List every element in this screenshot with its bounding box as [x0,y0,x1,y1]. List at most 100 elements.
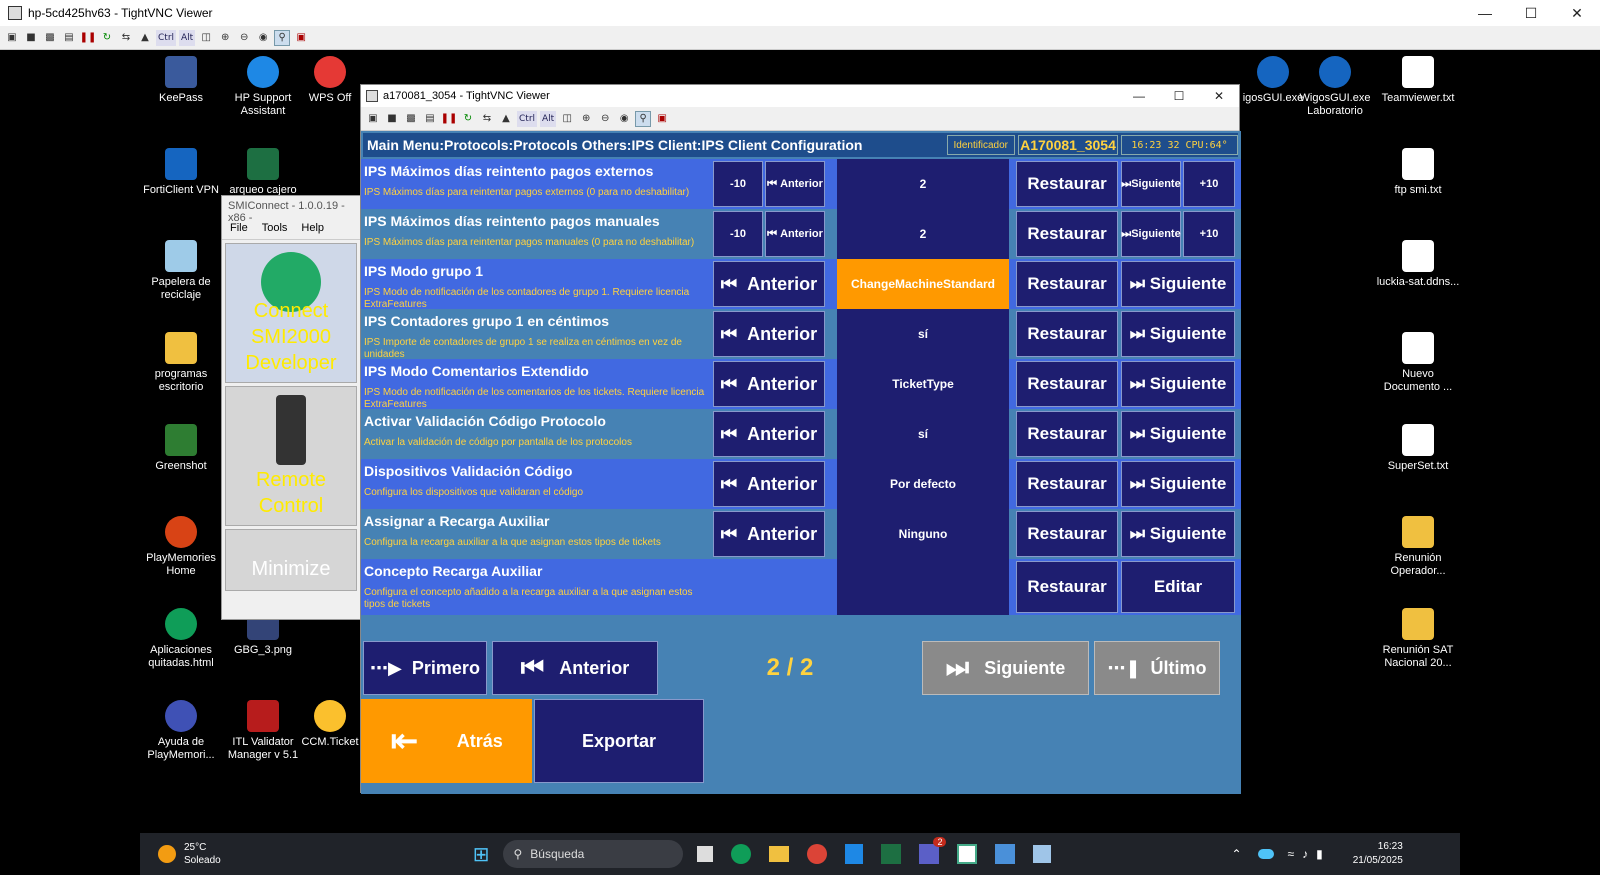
zoom-fit-icon[interactable]: ⚲ [274,29,291,46]
setting-value[interactable]: sí [837,409,1009,459]
next-button[interactable]: ⏭ Siguiente [1121,511,1235,557]
desktop-icon-ayuda[interactable]: Ayuda de PlayMemori... [138,700,224,762]
desktop-icon-greenshot[interactable]: Greenshot [138,424,224,473]
desktop-icon-reunion-sat[interactable]: Renunión SAT Nacional 20... [1375,608,1461,670]
restore-button[interactable]: Restaurar [1016,561,1118,613]
edit-button[interactable]: Editar [1121,561,1235,613]
setting-value[interactable] [837,559,1009,615]
new-connection-icon[interactable]: ▣ [365,111,381,127]
options-icon[interactable]: ▩ [403,111,419,127]
prev-button[interactable]: ⏮ Anterior [713,461,825,507]
prev-button[interactable]: ⏮ Anterior [713,511,825,557]
ctrl-alt-del-icon[interactable]: ▲ [137,30,153,46]
start-icon[interactable]: ⊞ [473,842,490,867]
desktop-icon-wigosgui-lab[interactable]: WigosGUI.exe Laboratorio [1292,56,1378,118]
refresh-icon[interactable]: ↻ [99,30,115,46]
inner-minimize-button[interactable]: — [1119,85,1159,107]
zoom-in-icon[interactable]: ⊕ [217,30,233,46]
setting-value[interactable]: ChangeMachineStandard [837,259,1009,309]
smi-icon[interactable] [995,844,1016,864]
restore-button[interactable]: Restaurar [1016,511,1118,557]
desktop-icon-aplicaciones[interactable]: Aplicaciones quitadas.html [138,608,224,670]
prev-button[interactable]: ⏮ Anterior [713,361,825,407]
next-button[interactable]: ⏭ Siguiente [1121,461,1235,507]
setting-value[interactable]: 2 [837,159,1009,209]
close-button[interactable]: ✕ [1554,0,1600,26]
setting-value[interactable]: Ninguno [837,509,1009,559]
restore-button[interactable]: Restaurar [1016,161,1118,207]
remote-control-tile[interactable]: Remote Control [225,386,357,526]
save-icon[interactable]: ■ [384,111,400,127]
next-button[interactable]: ⏭ Siguiente [1121,311,1235,357]
desktop-icon-teamviewer[interactable]: Teamviewer.txt [1375,56,1461,105]
alt-key-button[interactable]: Alt [179,29,196,46]
zoom-in-icon[interactable]: ⊕ [578,111,594,127]
minimize-tile[interactable]: Minimize [225,529,357,591]
desktop-icon-arqueo[interactable]: arqueo cajero [220,148,306,197]
first-page-button[interactable]: ⋯▶ Primero [363,641,487,695]
restore-button[interactable]: Restaurar [1016,261,1118,307]
next-button[interactable]: ⏭ Siguiente [1121,261,1235,307]
clipboard-icon[interactable]: ◫ [559,111,575,127]
minimize-button[interactable]: — [1462,0,1508,26]
chevron-up-icon[interactable]: ⌃ [1231,847,1241,861]
fullscreen-icon[interactable]: ▣ [293,30,309,46]
desktop-icon-recycle-bin[interactable]: Papelera de reciclaje [138,240,224,302]
setting-value[interactable]: TicketType [837,359,1009,409]
zoom-fit-icon[interactable]: ⚲ [635,110,652,127]
clipboard-icon[interactable]: ◫ [198,30,214,46]
search-box[interactable]: ⚲ Búsqueda [503,840,684,868]
chrome-icon[interactable] [807,844,828,864]
prev-button[interactable]: ⏮ Anterior [765,211,825,257]
weather-widget[interactable]: 25°C Soleado [158,841,221,867]
options-icon[interactable]: ▩ [42,30,58,46]
desktop-icon-itl[interactable]: ITL Validator Manager v 5.1 [220,700,306,762]
clock[interactable]: 16:23 21/05/2025 [1353,840,1403,868]
menu-help[interactable]: Help [301,222,324,235]
task-view-icon[interactable] [697,846,714,862]
tightvnc-taskbar-icon[interactable] [957,844,978,864]
setting-value[interactable]: sí [837,309,1009,359]
setting-value[interactable]: 2 [837,209,1009,259]
minus-10-button[interactable]: -10 [713,211,763,257]
prev-button[interactable]: ⏮ Anterior [713,261,825,307]
desktop-icon-reunion-operador[interactable]: Renunión Operador... [1375,516,1461,578]
ctrl-key-button[interactable]: Ctrl [156,29,177,46]
ctrl-key-button[interactable]: Ctrl [517,110,538,127]
desktop-icon-playmemories[interactable]: PlayMemories Home [138,516,224,578]
setting-value[interactable]: Por defecto [837,459,1009,509]
fullscreen-icon[interactable]: ▣ [654,111,670,127]
refresh-icon[interactable]: ↻ [460,111,476,127]
restore-button[interactable]: Restaurar [1016,411,1118,457]
back-button[interactable]: ⇤ Atrás [361,699,532,783]
restore-button[interactable]: Restaurar [1016,361,1118,407]
restore-button[interactable]: Restaurar [1016,461,1118,507]
onedrive-icon[interactable] [1257,849,1274,859]
teams-icon[interactable]: 2 [919,837,947,864]
export-button[interactable]: Exportar [534,699,704,783]
inner-maximize-button[interactable]: ☐ [1159,85,1199,107]
transfer-icon[interactable]: ⇆ [118,30,134,46]
next-page-button[interactable]: ⏭ Siguiente [922,641,1089,695]
prev-page-button[interactable]: ⏮ Anterior [492,641,658,695]
desktop-icon-ftp[interactable]: ftp smi.txt [1375,148,1461,197]
transfer-icon[interactable]: ⇆ [479,111,495,127]
desktop-icon-forticlient[interactable]: FortiClient VPN [138,148,224,197]
zoom-out-icon[interactable]: ⊖ [597,111,613,127]
file-explorer-icon[interactable] [769,846,790,862]
zoom-out-icon[interactable]: ⊖ [236,30,252,46]
pause-icon[interactable]: ❚❚ [80,30,97,46]
minus-10-button[interactable]: -10 [713,161,763,207]
excel-icon[interactable] [881,844,902,864]
save-icon[interactable]: ■ [23,30,39,46]
next-button[interactable]: ⏭ Siguiente [1121,211,1181,257]
maximize-button[interactable]: ☐ [1508,0,1554,26]
snipping-tool-icon[interactable] [1033,845,1052,863]
next-button[interactable]: ⏭ Siguiente [1121,361,1235,407]
connect-tile[interactable]: Connect SMI2000 Developer [225,243,357,383]
plus-10-button[interactable]: +10 [1183,161,1235,207]
info-icon[interactable]: ▤ [422,111,438,127]
restore-button[interactable]: Restaurar [1016,311,1118,357]
pause-icon[interactable]: ❚❚ [441,111,458,127]
desktop-icon-keepass[interactable]: KeePass [138,56,224,105]
